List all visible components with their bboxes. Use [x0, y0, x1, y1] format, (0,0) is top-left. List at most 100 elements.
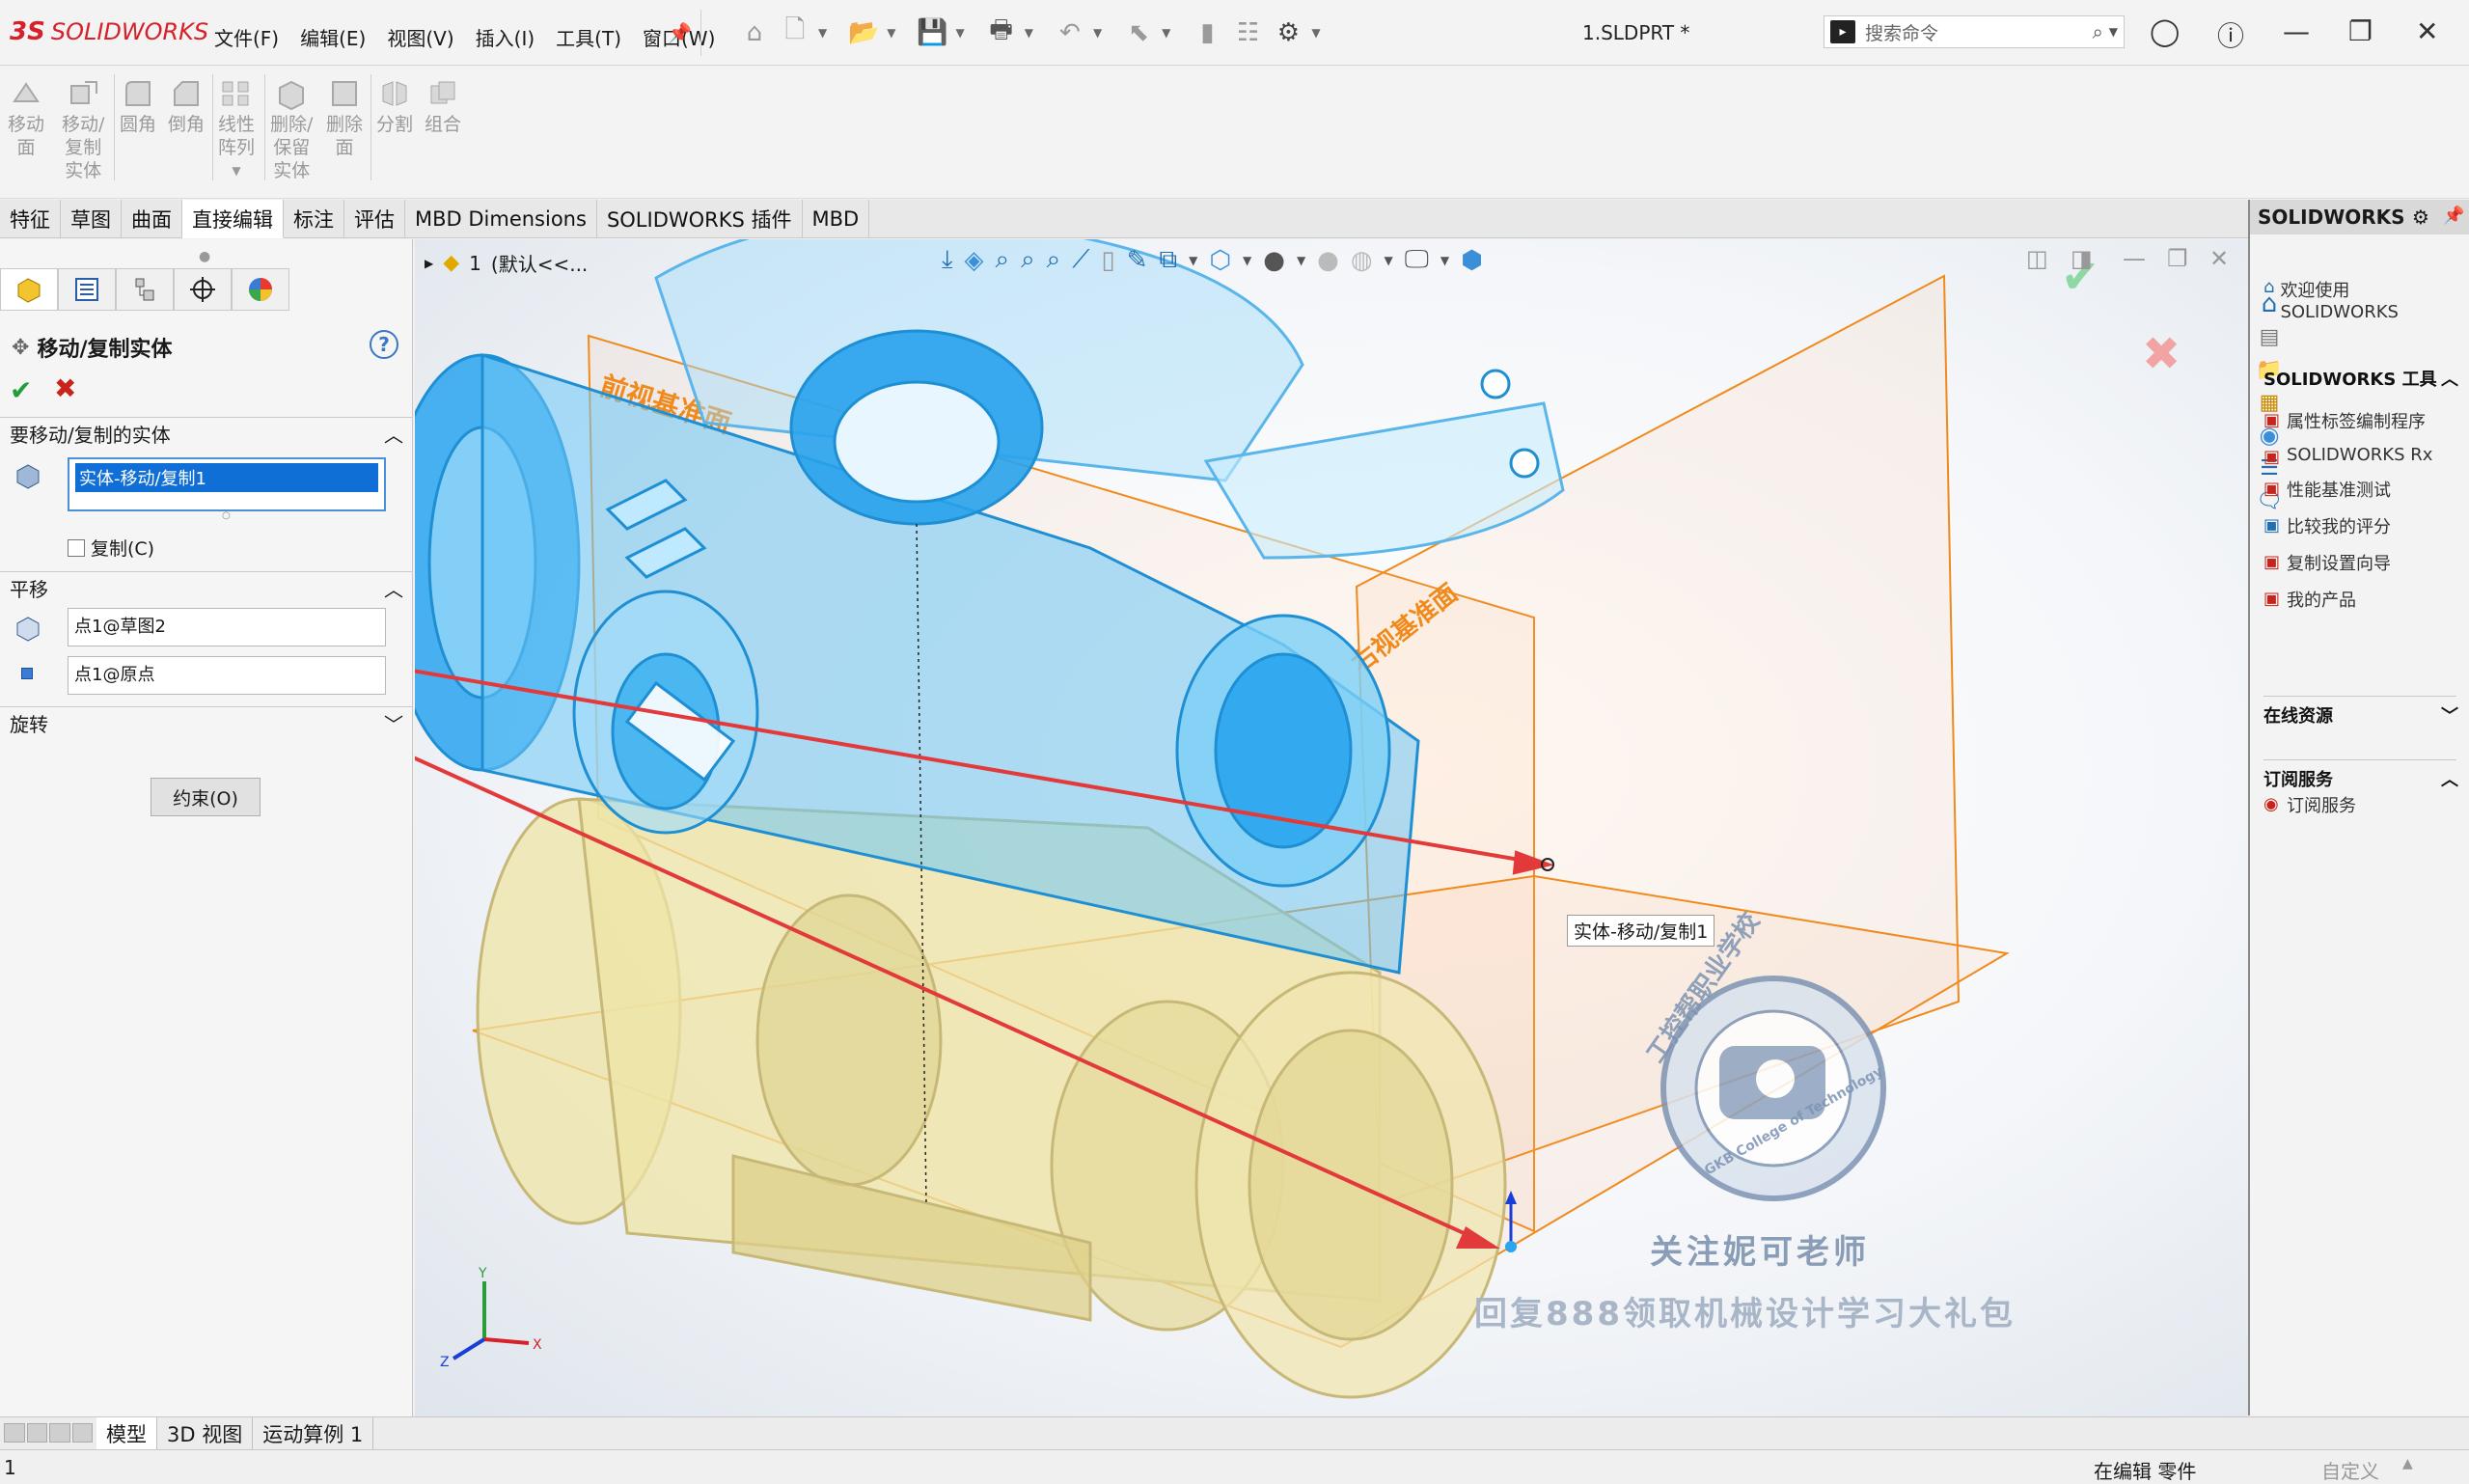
confirm-cancel-icon[interactable]: ✖ — [2142, 327, 2181, 381]
copy-checkbox[interactable]: 复制(C) — [68, 535, 154, 561]
delete-face-button[interactable]: 删除 面 — [326, 76, 363, 159]
home-icon[interactable]: ⌂ — [737, 15, 772, 50]
viewport-tile-icon[interactable]: ◨ — [2071, 245, 2093, 272]
tool-my-products[interactable]: ▣ 我的产品 — [2263, 587, 2466, 612]
chevron-down-icon[interactable]: ▼ — [1025, 26, 1033, 40]
3d-box-icon[interactable]: ⬢ — [1461, 246, 1483, 275]
viewport-close-icon[interactable]: ✕ — [2209, 245, 2229, 272]
ok-checkmark-icon[interactable]: ✔ — [10, 374, 32, 406]
view-cube-icon[interactable]: ◈ — [965, 246, 984, 275]
chevron-down-icon[interactable]: ▼ — [1093, 26, 1102, 40]
graphics-area[interactable]: 前视基准面 右视基准面 Y X Z since2015 工控帮职业学校 GKB … — [415, 239, 2248, 1416]
viewport-split-icon[interactable]: ◫ — [2026, 245, 2048, 272]
chevron-up-icon[interactable]: ︿ — [384, 574, 403, 602]
chevron-down-icon[interactable]: ▼ — [2109, 25, 2118, 39]
tool-performance-benchmark[interactable]: ▣ 性能基准测试 — [2263, 477, 2466, 502]
tab-scroll-arrows[interactable] — [0, 1417, 96, 1449]
tab-surfaces[interactable]: 曲面 — [122, 200, 182, 238]
chevron-up-icon[interactable]: ︿ — [2441, 766, 2458, 791]
tools-section-header[interactable]: SOLIDWORKS 工具 ︿ — [2263, 366, 2458, 391]
group-header-bodies[interactable]: 要移动/复制的实体 ︿ — [0, 417, 413, 450]
tab-mbd-dimensions[interactable]: MBD Dimensions — [405, 200, 597, 238]
help-icon[interactable]: ⓘ — [2217, 15, 2244, 54]
combine-button[interactable]: 组合 — [425, 76, 461, 136]
group-header-rotate[interactable]: 旋转 ﹀ — [0, 706, 413, 739]
tab-direct-editing[interactable]: 直接编辑 — [182, 200, 284, 238]
menu-insert[interactable]: 插入(I) — [472, 21, 539, 53]
zoom-area-icon[interactable]: ⌕ — [996, 245, 1010, 275]
menu-file[interactable]: 文件(F) — [210, 21, 283, 53]
help-icon[interactable]: ? — [370, 330, 398, 359]
new-document-icon[interactable]: 🗋 — [778, 15, 812, 50]
prev-tab-icon[interactable] — [26, 1423, 47, 1443]
linear-pattern-button[interactable]: 线性 阵列 ▼ — [218, 76, 255, 182]
zoom-to-fit-icon[interactable]: ⤓ — [942, 245, 953, 275]
menu-edit[interactable]: 编辑(E) — [296, 21, 370, 53]
chevron-down-icon[interactable]: ﹀ — [384, 709, 403, 737]
close-icon[interactable]: ✕ — [2416, 15, 2438, 47]
checkbox-box[interactable] — [68, 538, 85, 557]
group-header-translate[interactable]: 平移 ︿ — [0, 571, 413, 604]
tab-evaluate[interactable]: 评估 — [344, 200, 405, 238]
tab-mbd[interactable]: MBD — [803, 200, 870, 238]
feature-tree-flyout[interactable]: ▶ ◆ 1 (默认<<... — [425, 249, 588, 277]
last-tab-icon[interactable] — [71, 1423, 93, 1443]
chevron-down-icon[interactable]: ﹀ — [2441, 702, 2458, 728]
chevron-down-icon[interactable]: ▼ — [232, 159, 240, 182]
online-resources-header[interactable]: 在线资源 ﹀ — [2263, 696, 2458, 728]
chevron-down-icon[interactable]: ▼ — [1440, 254, 1449, 267]
chevron-down-icon[interactable]: ▼ — [1297, 254, 1305, 267]
delete-keep-body-button[interactable]: 删除/ 保留 实体 — [270, 76, 313, 182]
move-copy-body-button[interactable]: 移动/ 复制 实体 — [62, 76, 104, 182]
rebuild-icon[interactable]: ▮ — [1190, 15, 1224, 50]
pin-icon[interactable]: 📌 — [2443, 206, 2464, 226]
tab-features[interactable]: 特征 — [0, 200, 61, 238]
search-icon[interactable]: ⌕ — [2093, 20, 2103, 43]
apply-scene-icon[interactable]: ● — [1263, 246, 1285, 275]
chevron-up-icon[interactable]: ︿ — [384, 420, 403, 448]
tab-3d-views[interactable]: 3D 视图 — [157, 1417, 254, 1450]
status-units[interactable]: 自定义 — [2321, 1456, 2379, 1484]
previous-view-icon[interactable]: ⌕ — [1021, 245, 1035, 275]
search-input[interactable]: 搜索命令 — [1865, 19, 2093, 45]
tab-motion-study[interactable]: 运动算例 1 — [253, 1417, 374, 1450]
tool-property-tab-builder[interactable]: ▣ 属性标签编制程序 — [2263, 408, 2466, 433]
chevron-down-icon[interactable]: ▼ — [887, 26, 895, 40]
translate-to-field[interactable]: 点1@原点 — [68, 656, 386, 695]
search-commands-box[interactable]: ▸ 搜索命令 ⌕ ▼ — [1824, 15, 2125, 48]
selected-body-item[interactable]: 实体-移动/复制1 — [75, 463, 378, 492]
select-arrow-icon[interactable]: ⬉ — [1121, 15, 1156, 50]
section-view-icon[interactable]: ⌕ — [1047, 245, 1061, 275]
open-folder-icon[interactable]: 📂 — [846, 15, 881, 50]
move-face-button[interactable]: 移动 面 — [8, 76, 44, 159]
user-account-icon[interactable]: ◯ — [2150, 15, 2180, 47]
subscription-item[interactable]: ◉ 订阅服务 — [2263, 792, 2456, 817]
chamfer-button[interactable]: 倒角 — [168, 76, 205, 136]
chevron-down-icon[interactable]: ▼ — [1385, 254, 1393, 267]
viewport-restore-icon[interactable]: ❐ — [2167, 245, 2188, 272]
constraints-button[interactable]: 约束(O) — [151, 778, 261, 816]
solidworks-logo[interactable]: 3S SOLIDWORKS — [10, 17, 208, 46]
pin-icon[interactable]: 📌 — [668, 21, 692, 44]
cancel-x-icon[interactable]: ✖ — [54, 372, 76, 404]
chevron-down-icon[interactable]: ▼ — [1189, 254, 1197, 267]
print-icon[interactable]: 🖶 — [984, 15, 1019, 50]
realview-icon[interactable]: ◍ — [1351, 246, 1373, 275]
expand-arrow-icon[interactable]: ▶ — [425, 257, 433, 270]
design-library-icon[interactable]: ▤ — [2252, 321, 2287, 352]
view-orientation-icon[interactable]: ✎ — [1127, 246, 1148, 275]
origin-point[interactable] — [1505, 1241, 1517, 1252]
chevron-down-icon[interactable]: ▼ — [1162, 26, 1170, 40]
viewport-minimize-icon[interactable]: — — [2123, 245, 2146, 272]
property-manager-tab-icon[interactable] — [58, 268, 116, 311]
tab-sketch[interactable]: 草图 — [61, 200, 122, 238]
dimxpert-tab-icon[interactable] — [174, 268, 232, 311]
save-icon[interactable]: 💾 — [915, 15, 949, 50]
gear-icon[interactable]: ⚙ — [2412, 206, 2429, 229]
dynamic-annotation-icon[interactable]: ⟋ — [1072, 245, 1089, 275]
model-viewport[interactable]: 前视基准面 右视基准面 Y X Z since2015 工控帮职业学校 GKB … — [415, 239, 2248, 1416]
feature-manager-tab-icon[interactable] — [0, 268, 58, 311]
subscription-header[interactable]: 订阅服务 ︿ — [2263, 759, 2458, 791]
menu-view[interactable]: 视图(V) — [383, 21, 457, 53]
chevron-down-icon[interactable]: ▼ — [818, 26, 827, 40]
